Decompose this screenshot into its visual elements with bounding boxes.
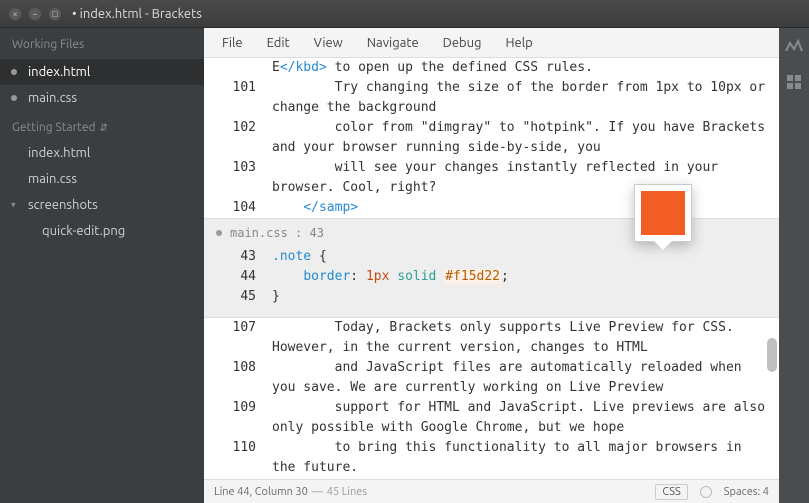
statusbar: Line 44, Column 30 — 45 Lines CSS Spaces… [204, 479, 779, 503]
live-preview-icon[interactable] [785, 38, 803, 59]
window-min-button[interactable]: − [28, 7, 42, 21]
tree-file-label: quick-edit.png [42, 224, 125, 238]
separator-icon: — [312, 486, 323, 498]
tree-folder-label: screenshots [28, 198, 98, 212]
titlebar: × − □ • index.html - Brackets [0, 0, 809, 28]
window-close-button[interactable]: × [8, 7, 22, 21]
tree-file-quickedit[interactable]: quick-edit.png [0, 218, 204, 244]
dirty-dot-icon [11, 95, 17, 101]
working-file-label: index.html [28, 65, 90, 79]
working-files-header[interactable]: Working Files [0, 28, 204, 59]
indent-setting[interactable]: Spaces: 4 [724, 486, 769, 498]
tree-file-label: main.css [28, 172, 77, 186]
tree-file-maincss[interactable]: main.css [0, 166, 204, 192]
color-value[interactable]: #f15d22 [444, 269, 501, 284]
menu-file[interactable]: File [212, 32, 253, 54]
dirty-dot-icon [11, 69, 17, 75]
scrollbar-thumb[interactable] [767, 338, 777, 372]
code-editor[interactable]: 101 102 103 104 105 106 E</kbd> to open … [204, 58, 779, 479]
menu-navigate[interactable]: Navigate [357, 32, 429, 54]
project-header[interactable]: Getting Started ⇵ [0, 111, 204, 140]
window-max-button[interactable]: □ [48, 7, 62, 21]
menu-help[interactable]: Help [496, 32, 543, 54]
lint-status-icon[interactable] [700, 486, 712, 498]
tree-folder-screenshots[interactable]: ▾ screenshots [0, 192, 204, 218]
menubar: File Edit View Navigate Debug Help [204, 28, 779, 58]
inline-editor[interactable]: main.css : 43 43 44 45 .note { border: 1… [204, 218, 779, 318]
project-name: Getting Started [12, 121, 95, 134]
right-rail [779, 28, 809, 503]
folder-open-icon: ▾ [11, 200, 16, 211]
line-count: 45 Lines [327, 486, 367, 498]
gutter: 43 44 45 [204, 247, 264, 307]
color-swatch[interactable] [641, 191, 685, 235]
tree-file-index[interactable]: index.html [0, 140, 204, 166]
window-title: • index.html - Brackets [72, 7, 202, 21]
sidebar: Working Files index.html main.css Gettin… [0, 28, 204, 503]
extensions-icon[interactable] [785, 73, 803, 94]
gutter: 101 102 103 104 105 106 [204, 58, 264, 218]
working-file-index[interactable]: index.html [0, 59, 204, 85]
inline-editor-label: main.css : 43 [230, 223, 324, 243]
language-mode[interactable]: CSS [655, 484, 687, 500]
dirty-dot-icon [216, 230, 222, 236]
menu-edit[interactable]: Edit [257, 32, 300, 54]
working-file-label: main.css [28, 91, 77, 105]
tree-file-label: index.html [28, 146, 90, 160]
cursor-position[interactable]: Line 44, Column 30 [214, 486, 308, 498]
menu-debug[interactable]: Debug [433, 32, 492, 54]
gutter: 107 108 109 110 111 112 [204, 318, 264, 478]
working-file-maincss[interactable]: main.css [0, 85, 204, 111]
color-swatch-popup[interactable] [634, 184, 692, 242]
chevron-updown-icon: ⇵ [99, 122, 107, 134]
menu-view[interactable]: View [304, 32, 353, 54]
